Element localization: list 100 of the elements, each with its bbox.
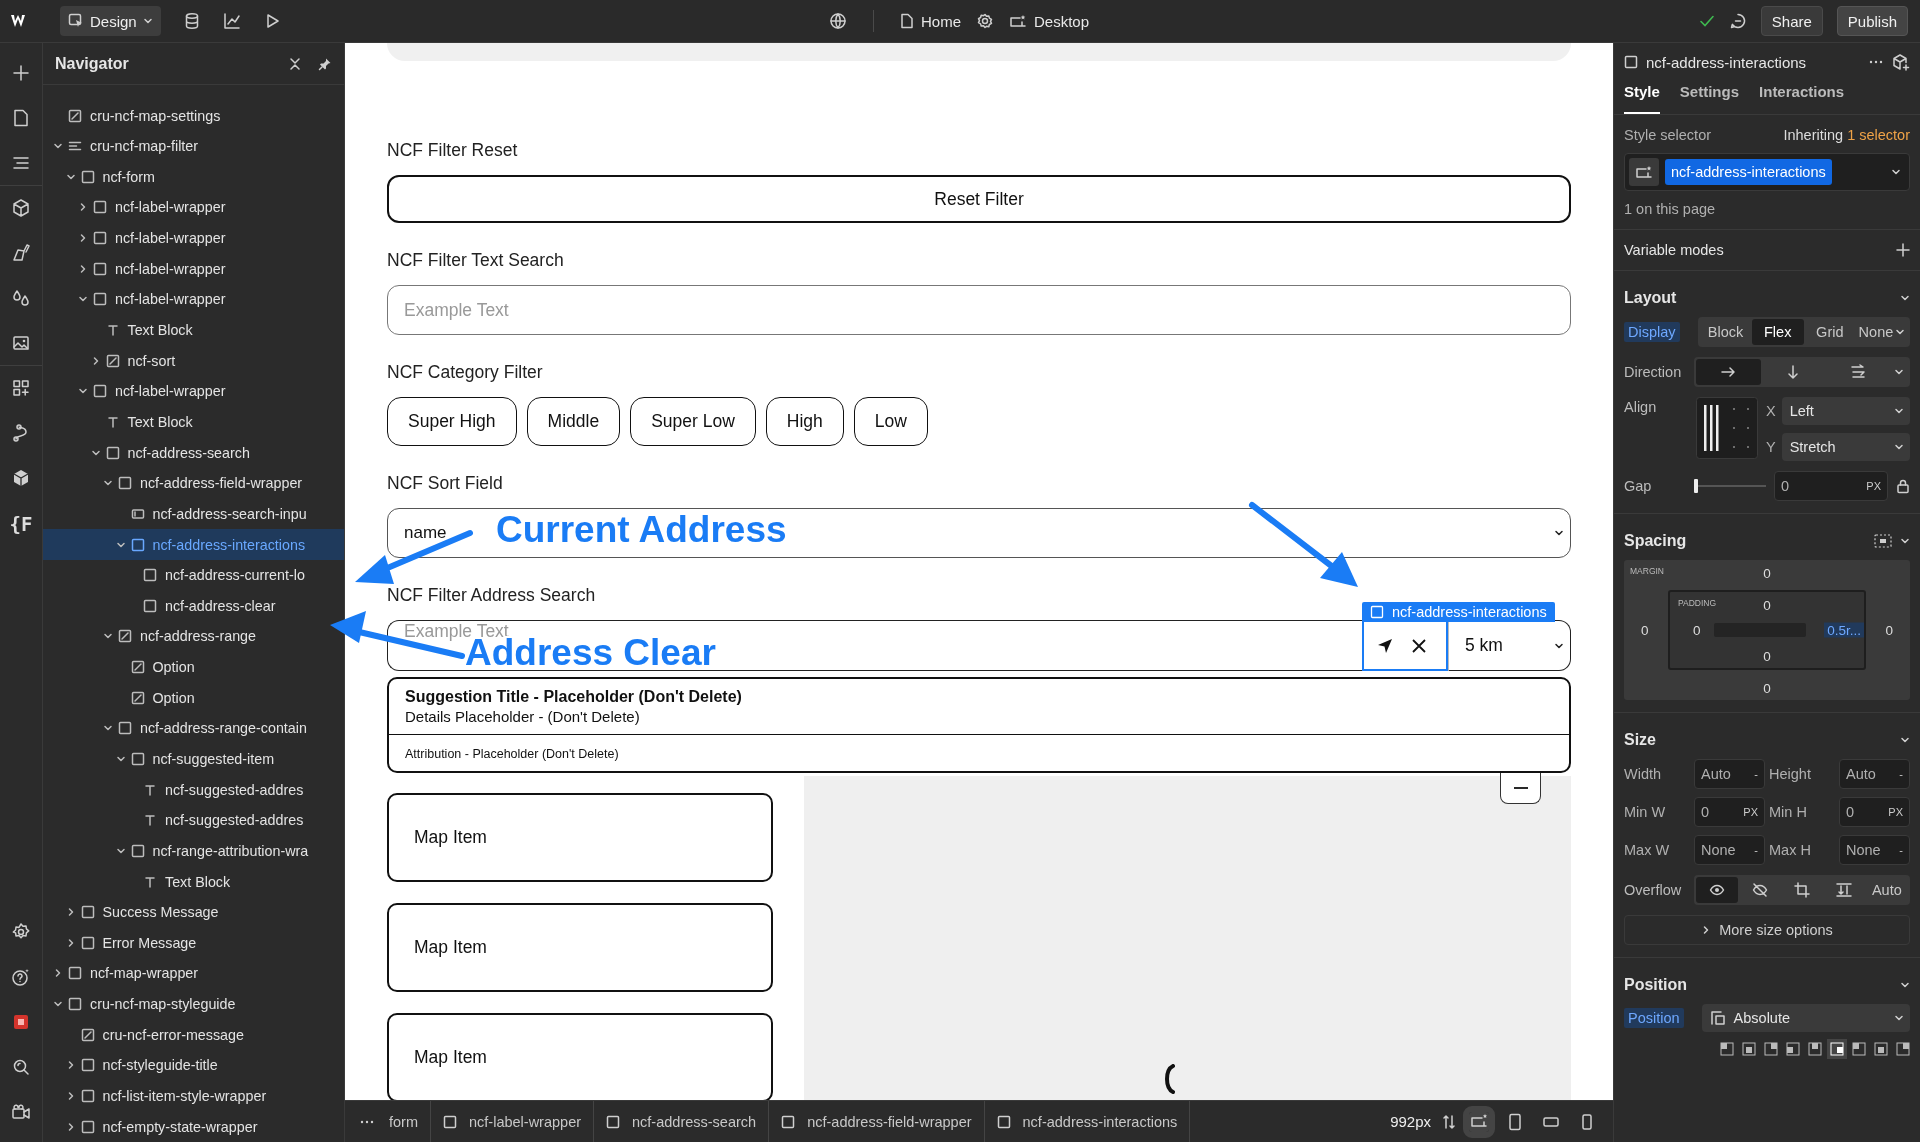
position-dropdown[interactable]: Absolute bbox=[1701, 1004, 1910, 1032]
navigator-item[interactable]: ncf-suggested-addres bbox=[43, 804, 344, 836]
record-icon[interactable] bbox=[11, 1012, 31, 1032]
size-input[interactable]: 0 PX bbox=[1839, 797, 1910, 827]
expand-caret-icon[interactable] bbox=[78, 233, 88, 244]
panel-tab[interactable]: Interactions bbox=[1759, 79, 1845, 114]
position-preset-icon[interactable] bbox=[1874, 1042, 1888, 1056]
navigator-item[interactable]: ncf-address-search bbox=[43, 437, 344, 468]
spacing-value[interactable]: 0 bbox=[1760, 598, 1774, 613]
expand-caret-icon[interactable] bbox=[78, 202, 88, 213]
panel-tab[interactable]: Settings bbox=[1679, 79, 1740, 114]
navigator-item[interactable]: ncf-label-wrapper bbox=[43, 222, 344, 254]
navigator-item[interactable]: Option bbox=[43, 682, 344, 714]
caret-icon[interactable] bbox=[142, 16, 153, 26]
navigator-item[interactable]: Error Message bbox=[43, 927, 344, 959]
drops-icon[interactable] bbox=[11, 288, 31, 308]
caret-icon[interactable] bbox=[1894, 1013, 1904, 1023]
caret-icon[interactable] bbox=[1894, 367, 1904, 377]
navigator-item[interactable]: Text Block bbox=[43, 314, 344, 346]
range-select[interactable]: 5 km bbox=[1448, 620, 1571, 671]
spacing-value[interactable]: 0 bbox=[1760, 649, 1774, 664]
caret-icon[interactable] bbox=[1895, 327, 1906, 337]
position-preset-icon[interactable] bbox=[1896, 1042, 1910, 1056]
spacing-value[interactable]: 0 bbox=[1760, 566, 1774, 581]
collapse-caret-icon[interactable] bbox=[1900, 536, 1910, 546]
comment-icon[interactable] bbox=[1728, 12, 1747, 30]
spacing-value[interactable]: 0 bbox=[1882, 622, 1896, 638]
breadcrumb-item[interactable]: ncf-address-search bbox=[594, 1100, 770, 1142]
navigator-item[interactable]: ncf-address-range-contain bbox=[43, 713, 344, 744]
breadcrumb-item[interactable]: form bbox=[379, 1100, 431, 1142]
cube-plus-icon[interactable] bbox=[1892, 53, 1910, 71]
breadcrumb-item[interactable]: ncf-address-interactions bbox=[984, 1100, 1191, 1142]
category-chip[interactable]: High bbox=[765, 397, 844, 446]
lock-icon[interactable] bbox=[1896, 478, 1910, 494]
navigator-item[interactable]: ncf-address-range bbox=[43, 621, 344, 652]
chart-icon[interactable] bbox=[222, 12, 241, 30]
spacing-icon[interactable] bbox=[1874, 534, 1892, 548]
navigator-item[interactable]: Text Block bbox=[43, 866, 344, 897]
collapse-icon[interactable] bbox=[288, 56, 302, 71]
spacing-value[interactable]: 0 bbox=[1638, 622, 1652, 638]
size-input[interactable]: None - bbox=[1694, 835, 1765, 865]
gap-slider[interactable] bbox=[1694, 479, 1766, 493]
align-dropdown[interactable]: Left bbox=[1781, 397, 1910, 425]
close-icon[interactable] bbox=[1410, 636, 1428, 655]
position-preset-icon[interactable] bbox=[1852, 1042, 1866, 1056]
position-preset-icon[interactable] bbox=[1742, 1042, 1756, 1056]
components-icon[interactable] bbox=[11, 378, 31, 398]
spacing-value[interactable]: 0.5r... bbox=[1824, 622, 1864, 638]
class-tag[interactable]: ncf-address-interactions bbox=[1665, 159, 1832, 185]
publish-button[interactable]: Publish bbox=[1836, 6, 1908, 36]
collapse-caret-icon[interactable] bbox=[1900, 980, 1910, 990]
style-selector-field[interactable]: ncf-address-interactions bbox=[1624, 153, 1910, 191]
navigator-item[interactable]: ncf-range-attribution-wra bbox=[43, 835, 344, 867]
location-arrow-icon[interactable] bbox=[1376, 636, 1394, 655]
navigator-item[interactable]: ncf-sort bbox=[43, 345, 344, 376]
position-preset-icon[interactable] bbox=[1720, 1042, 1734, 1056]
overflow-option[interactable] bbox=[1696, 877, 1739, 903]
collapse-caret-icon[interactable] bbox=[1900, 293, 1910, 303]
size-input[interactable]: Auto - bbox=[1839, 759, 1910, 789]
navigator-item[interactable]: ncf-map-wrapper bbox=[43, 958, 344, 989]
caret-icon[interactable] bbox=[1894, 406, 1904, 416]
navigator-item[interactable]: ncf-address-search-inpu bbox=[43, 498, 344, 530]
display-option[interactable]: Grid bbox=[1803, 319, 1856, 345]
expand-caret-icon[interactable] bbox=[78, 263, 88, 274]
search-icon[interactable] bbox=[11, 1057, 31, 1077]
box-icon[interactable] bbox=[11, 468, 31, 488]
navigator-item[interactable]: ncf-suggested-addres bbox=[43, 774, 344, 805]
navigator-item[interactable]: ncf-label-wrapper bbox=[43, 192, 344, 223]
category-chip[interactable]: Super High bbox=[387, 397, 517, 446]
breadcrumb-item[interactable]: ncf-address-field-wrapper bbox=[769, 1100, 985, 1142]
navigator-item[interactable]: cru-ncf-error-message bbox=[43, 1019, 344, 1051]
pin-icon[interactable] bbox=[318, 56, 332, 71]
settings-icon[interactable] bbox=[977, 13, 993, 29]
help-icon[interactable] bbox=[11, 967, 31, 987]
navigator-item[interactable]: ncf-empty-state-wrapper bbox=[43, 1111, 344, 1142]
collapse-caret-icon[interactable] bbox=[115, 754, 126, 764]
gap-input[interactable]: 0 PX bbox=[1774, 471, 1888, 501]
slider-thumb[interactable] bbox=[1694, 479, 1698, 493]
category-chip[interactable]: Super Low bbox=[630, 397, 756, 446]
navigator-item[interactable]: ncf-suggested-item bbox=[43, 743, 344, 775]
share-button[interactable]: Share bbox=[1760, 6, 1823, 36]
navigator-item[interactable]: cru-ncf-map-styleguide bbox=[43, 988, 344, 1020]
breakpoint-selector[interactable]: Desktop bbox=[1009, 12, 1090, 30]
size-input[interactable]: Auto - bbox=[1694, 759, 1765, 789]
position-preset-icon[interactable] bbox=[1786, 1042, 1800, 1056]
overflow-option[interactable]: Auto bbox=[1865, 877, 1909, 903]
navigator-item[interactable]: Success Message bbox=[43, 896, 344, 928]
navigator-item[interactable]: ncf-list-item-style-wrapper bbox=[43, 1080, 344, 1112]
page-selector[interactable]: Home bbox=[900, 12, 961, 30]
page-icon[interactable] bbox=[11, 108, 31, 128]
more-size-options-button[interactable]: More size options bbox=[1624, 915, 1910, 945]
navigator-item[interactable]: cru-ncf-map-filter bbox=[43, 130, 344, 162]
direction-option[interactable] bbox=[1696, 359, 1761, 385]
add-icon[interactable] bbox=[11, 63, 31, 83]
category-chip[interactable]: Low bbox=[853, 397, 928, 446]
navigator-item[interactable]: ncf-address-field-wrapper bbox=[43, 467, 344, 499]
text-field[interactable]: Example Text bbox=[387, 285, 1571, 335]
navigator-item[interactable]: ncf-form bbox=[43, 161, 344, 193]
navigator-item[interactable]: ncf-label-wrapper bbox=[43, 376, 344, 407]
navigator-item[interactable]: cru-ncf-map-settings bbox=[43, 100, 344, 131]
